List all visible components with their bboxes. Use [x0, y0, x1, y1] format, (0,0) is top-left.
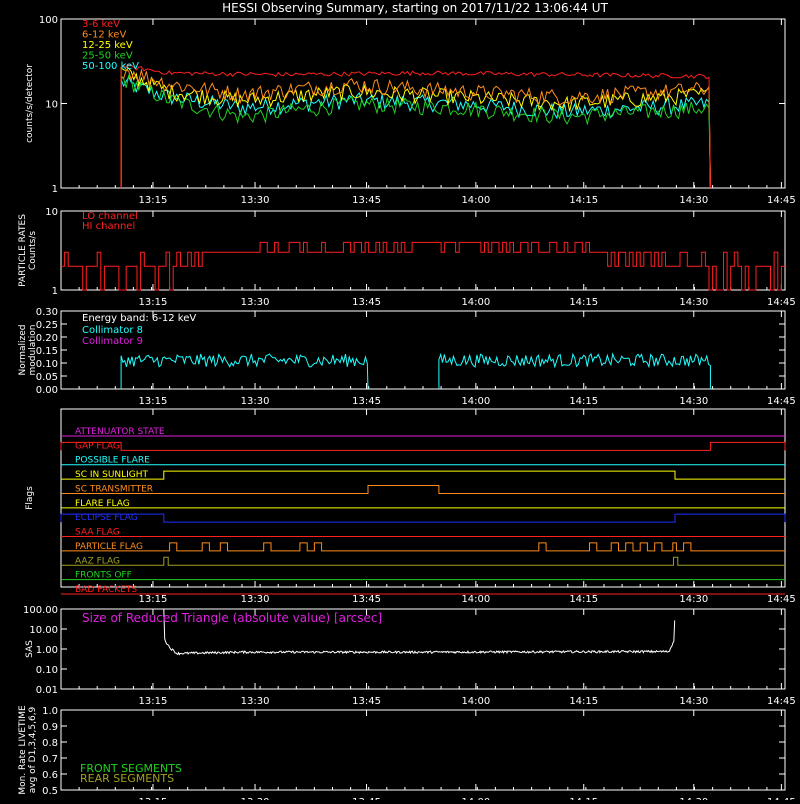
y-tick-label: 0.20: [36, 333, 58, 344]
hessi-summary-plot: HESSI Observing Summary, starting on 201…: [0, 0, 800, 804]
y-tick-label: 100: [39, 15, 58, 26]
x-tick-label: 13:30: [241, 396, 270, 407]
x-tick-label: 14:30: [679, 594, 708, 605]
x-tick-label: 14:00: [461, 696, 490, 707]
x-tick-label: 13:15: [139, 594, 168, 605]
y-tick-label: 0.01: [36, 685, 58, 696]
x-tick-label: 14:30: [679, 696, 708, 707]
y-axis-label: counts/s/detector: [25, 64, 35, 143]
x-tick-label: 13:30: [241, 594, 270, 605]
y-tick-label: 0.6: [42, 770, 58, 781]
legend-entry: 50-100 keV: [82, 61, 139, 72]
x-tick-label: 13:30: [241, 696, 270, 707]
plot-title: HESSI Observing Summary, starting on 201…: [222, 1, 608, 15]
legend-entry: HI channel: [82, 221, 135, 232]
x-tick-label: 14:45: [767, 396, 796, 407]
x-tick-label: 14:45: [767, 297, 796, 308]
x-tick-label: 13:30: [241, 195, 270, 206]
y-tick-label: 0.5: [42, 786, 58, 797]
y-tick-label: 0.00: [36, 385, 58, 396]
y-tick-label: 1: [52, 184, 58, 195]
y-tick-label: 1: [52, 286, 58, 297]
plot-canvas: HESSI Observing Summary, starting on 201…: [0, 0, 800, 804]
y-tick-label: 0.8: [42, 738, 58, 749]
y-tick-label: 100.00: [23, 605, 58, 616]
panel-annotation: Energy band: 6-12 keV: [82, 313, 196, 324]
x-tick-label: 14:45: [767, 195, 796, 206]
legend-entry: REAR SEGMENTS: [80, 772, 174, 785]
x-tick-label: 14:45: [767, 594, 796, 605]
x-tick-label: 13:15: [139, 396, 168, 407]
x-tick-label: 14:30: [679, 195, 708, 206]
y-axis-label: Mon. Rate LIVETIME: [18, 705, 28, 795]
panel-annotation: Size of Reduced Triangle (absolute value…: [82, 611, 382, 625]
y-tick-label: 0.10: [36, 359, 58, 370]
y-axis-label: Normalized: [18, 324, 28, 375]
x-tick-label: 13:30: [241, 297, 270, 308]
legend-entry: 3-6 keV: [82, 19, 120, 30]
x-tick-label: 13:15: [139, 696, 168, 707]
legend-entry: 25-50 keV: [82, 51, 133, 62]
x-tick-label: 13:45: [352, 696, 381, 707]
y-axis-label-2: Counts/s: [28, 231, 38, 270]
y-tick-label: 1.00: [36, 645, 58, 656]
y-axis-label: SAS: [25, 640, 35, 658]
y-axis-label-2: avg of D1,3,4,5,6,9: [28, 706, 38, 793]
y-axis-label: Flags: [25, 486, 35, 510]
y-tick-label: 0.30: [36, 307, 58, 318]
x-tick-label: 13:45: [352, 297, 381, 308]
x-tick-label: 14:45: [767, 696, 796, 707]
x-tick-label: 14:30: [679, 297, 708, 308]
x-tick-label: 13:15: [139, 297, 168, 308]
x-tick-label: 14:00: [461, 195, 490, 206]
y-tick-label: 0.10: [36, 665, 58, 676]
x-tick-label: 14:15: [569, 696, 598, 707]
legend-entry: 6-12 keV: [82, 30, 126, 41]
x-tick-label: 14:15: [569, 195, 598, 206]
x-tick-label: 13:45: [352, 594, 381, 605]
y-tick-label: 10.00: [29, 625, 58, 636]
y-axis-label: PARTICLE RATES: [18, 214, 28, 287]
x-tick-label: 13:45: [352, 195, 381, 206]
x-tick-label: 14:00: [461, 396, 490, 407]
legend-entry: Collimator 9: [82, 336, 143, 347]
legend-entry: 12-25 keV: [82, 40, 133, 51]
y-tick-label: 0.25: [36, 320, 58, 331]
x-tick-label: 14:15: [569, 396, 598, 407]
y-tick-label: 0.7: [42, 754, 58, 765]
y-tick-label: 0.05: [36, 372, 58, 383]
x-tick-label: 13:15: [139, 195, 168, 206]
y-tick-label: 10: [45, 207, 58, 218]
y-tick-label: 1.0: [42, 706, 58, 717]
x-tick-label: 14:00: [461, 297, 490, 308]
x-tick-label: 14:15: [569, 297, 598, 308]
y-tick-label: 10: [45, 100, 58, 111]
x-tick-label: 14:15: [569, 594, 598, 605]
legend-entry: Collimator 8: [82, 325, 143, 336]
y-tick-label: 0.9: [42, 722, 58, 733]
x-tick-label: 14:30: [679, 396, 708, 407]
x-tick-label: 14:00: [461, 594, 490, 605]
x-tick-label: 13:45: [352, 396, 381, 407]
y-tick-label: 0.15: [36, 346, 58, 357]
